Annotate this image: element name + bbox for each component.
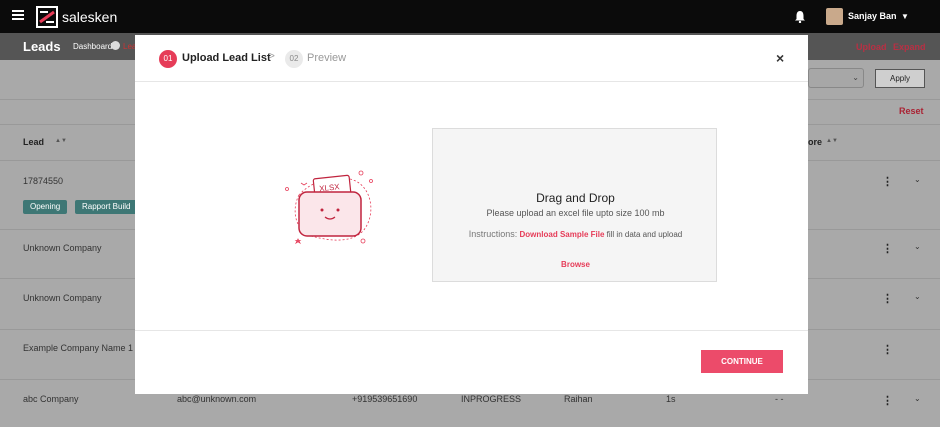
lead-phone: +919539651690 xyxy=(352,394,418,404)
lead-email: abc@unknown.com xyxy=(177,394,257,404)
folder-upload-illustration-icon: XLSX xyxy=(285,170,373,245)
upload-link[interactable]: Upload xyxy=(856,42,887,52)
lead-extra: - - xyxy=(775,394,784,404)
continue-button[interactable]: CONTINUE xyxy=(701,350,783,373)
lead-name[interactable]: Unknown Company xyxy=(23,243,102,253)
sort-icon[interactable]: ▲▼ xyxy=(826,138,838,144)
step-label-preview: Preview xyxy=(307,52,347,64)
more-options-icon[interactable]: ⋮ xyxy=(882,292,893,305)
user-name[interactable]: Sanjay Ban xyxy=(848,11,897,21)
more-options-icon[interactable]: ⋮ xyxy=(882,394,893,407)
browse-link[interactable]: Browse xyxy=(433,260,718,269)
instructions-label: Instructions: xyxy=(468,229,518,239)
more-options-icon[interactable]: ⋮ xyxy=(882,242,893,255)
instructions-text: fill in data and upload xyxy=(606,230,683,239)
dropzone-title: Drag and Drop xyxy=(536,191,615,205)
file-dropzone[interactable]: Drag and Drop Please upload an excel fil… xyxy=(432,128,717,282)
notification-bell-icon[interactable] xyxy=(794,10,806,23)
sort-icon[interactable]: ▲▼ xyxy=(55,138,67,144)
filter-dropdown[interactable]: ⌄ xyxy=(808,68,864,88)
expand-link[interactable]: Expand xyxy=(893,42,926,52)
more-options-icon[interactable]: ⋮ xyxy=(882,175,893,188)
lead-name[interactable]: 17874550 xyxy=(23,176,63,186)
more-options-icon[interactable]: ⋮ xyxy=(882,343,893,356)
chevron-down-icon: ⌄ xyxy=(852,73,859,82)
apply-button[interactable]: Apply xyxy=(875,69,925,88)
step-label-upload: Upload Lead List xyxy=(182,52,271,64)
lead-name[interactable]: abc Company xyxy=(23,394,79,404)
salesken-logo-icon xyxy=(36,6,58,28)
lead-status: INPROGRESS xyxy=(461,394,522,404)
dropzone-instructions: Instructions: Download Sample File fill … xyxy=(433,229,718,239)
top-navbar: salesken Sanjay Ban ▼ xyxy=(0,0,940,33)
page-title: Leads xyxy=(23,39,61,54)
modal-footer-divider xyxy=(135,330,808,331)
step-number-inactive: 02 xyxy=(285,50,303,68)
column-header-score[interactable]: ore xyxy=(808,137,822,147)
expand-row-chevron-icon[interactable]: ⌄ xyxy=(914,242,921,251)
breadcrumb-dashboard[interactable]: Dashboard xyxy=(73,42,112,51)
dropzone-subtitle: Please upload an excel file upto size 10… xyxy=(486,208,665,218)
lead-name[interactable]: Unknown Company xyxy=(23,293,102,303)
tag-badge: Rapport Build xyxy=(75,200,138,214)
tag-badge: Opening xyxy=(23,200,68,214)
lead-owner: Raihan xyxy=(564,394,593,404)
close-icon[interactable]: × xyxy=(776,50,784,66)
step-number-active: 01 xyxy=(159,50,177,68)
step-arrow-icon: > xyxy=(269,51,275,62)
column-header-lead[interactable]: Lead xyxy=(23,137,44,147)
download-sample-link[interactable]: Download Sample File xyxy=(520,230,605,239)
upload-lead-modal: 01 Upload Lead List > 02 Preview × XLSX … xyxy=(135,35,808,394)
user-menu-chevron-icon[interactable]: ▼ xyxy=(901,12,909,21)
hamburger-menu-icon[interactable] xyxy=(12,10,24,20)
app-name: salesken xyxy=(62,9,118,25)
expand-row-chevron-icon[interactable]: ⌄ xyxy=(914,292,921,301)
lead-name[interactable]: Example Company Name 1 xyxy=(23,343,133,353)
reset-link[interactable]: Reset xyxy=(899,106,924,116)
expand-row-chevron-icon[interactable]: ⌄ xyxy=(914,175,921,184)
modal-stepper: 01 Upload Lead List > 02 Preview × xyxy=(135,35,808,82)
lead-duration: 1s xyxy=(666,394,676,404)
user-avatar[interactable] xyxy=(826,8,843,25)
expand-row-chevron-icon[interactable]: ⌄ xyxy=(914,394,921,403)
breadcrumb-arrow-icon xyxy=(111,41,120,50)
